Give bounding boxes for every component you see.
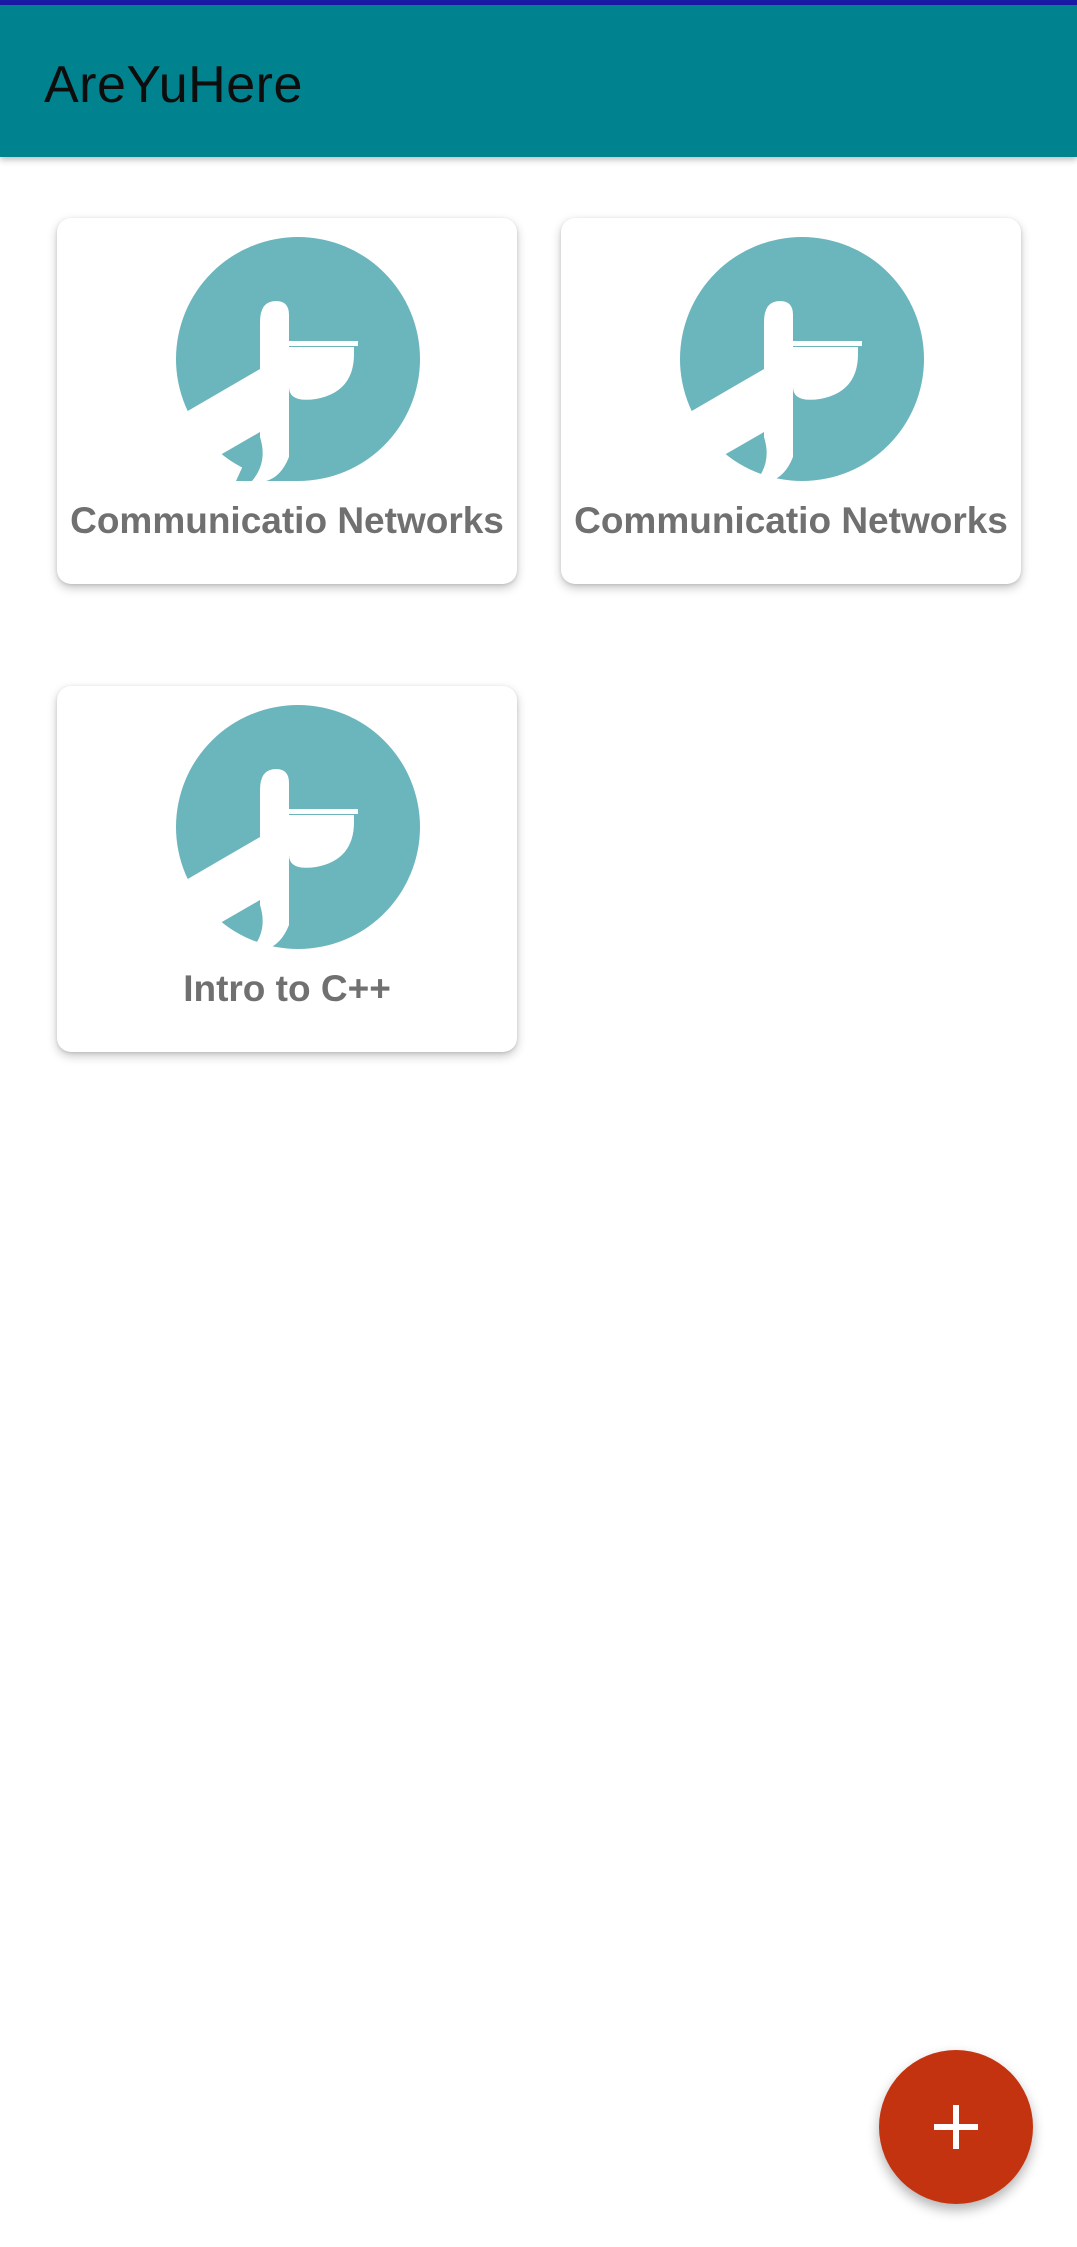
course-card[interactable]: Communicatio Networks — [561, 218, 1021, 584]
home-screen: AreYuHere Communicatio Networks Communic… — [0, 0, 1077, 2247]
app-title: AreYuHere — [44, 56, 303, 114]
course-card[interactable]: Communicatio Networks — [57, 218, 517, 584]
plus-icon — [934, 2105, 978, 2149]
course-card[interactable]: Intro to C++ — [57, 686, 517, 1052]
add-course-button[interactable] — [879, 2050, 1033, 2204]
pelican-logo-icon — [176, 237, 420, 481]
course-name: Intro to C++ — [183, 968, 391, 1009]
course-name: Communicatio Networks — [70, 500, 504, 541]
pelican-logo-icon — [176, 705, 420, 949]
app-bar: AreYuHere — [0, 5, 1077, 157]
course-name: Communicatio Networks — [574, 500, 1008, 541]
pelican-logo-icon — [680, 237, 924, 481]
